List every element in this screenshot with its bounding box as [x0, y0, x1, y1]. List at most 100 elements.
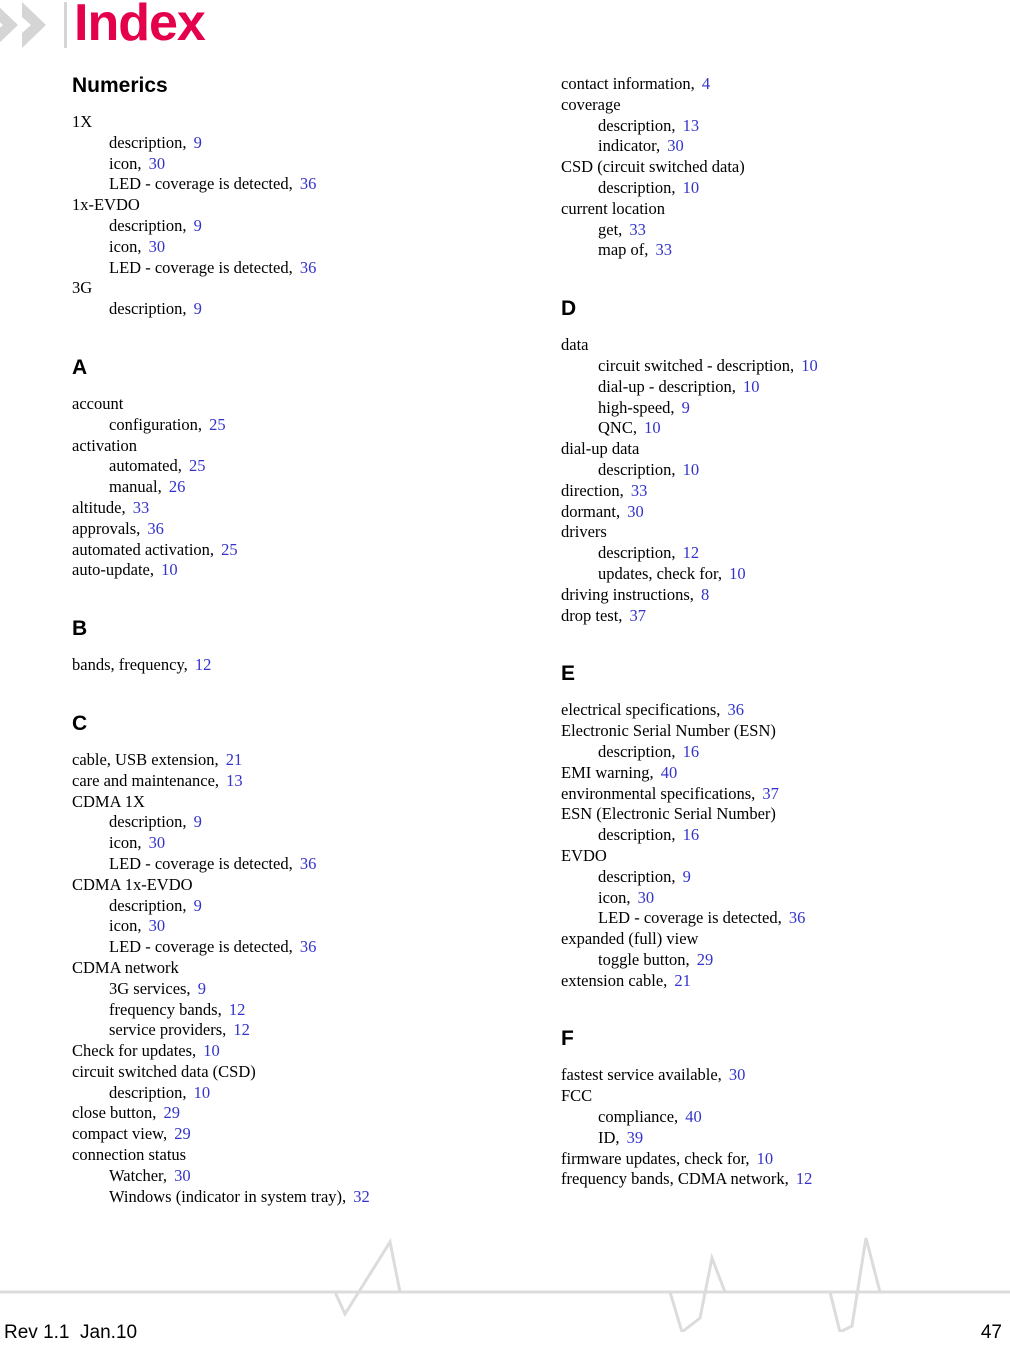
index-entry-page-ref[interactable]: 10: [794, 356, 818, 375]
index-entry-page-ref[interactable]: 12: [789, 1169, 813, 1188]
index-entry-page-ref[interactable]: 10: [736, 377, 760, 396]
index-entry: toggle button, 29: [561, 950, 961, 971]
index-entry-label: 3G services,: [109, 978, 191, 998]
index-entry-label: Check for updates,: [72, 1041, 197, 1061]
section-heading: B: [72, 617, 88, 641]
index-entry-page-ref[interactable]: 30: [142, 833, 166, 852]
index-entry: fastest service available, 30: [561, 1065, 961, 1086]
index-entry-page-ref[interactable]: 21: [219, 750, 243, 769]
index-entry-page-ref[interactable]: 39: [620, 1128, 644, 1147]
index-entry-page-ref[interactable]: 9: [675, 398, 690, 417]
index-entry-list: contact information, 4 coverage descriptio…: [561, 74, 961, 261]
index-entry: icon, 30: [561, 888, 961, 909]
index-entry: LED - coverage is detected, 36: [561, 908, 961, 929]
index-entry-page-ref[interactable]: 37: [622, 606, 647, 625]
index-entry-page-ref[interactable]: 9: [186, 216, 202, 235]
index-entry-page-ref[interactable]: 10: [722, 564, 746, 583]
index-entry: description, 10: [561, 178, 961, 199]
index-entry-page-ref[interactable]: 36: [720, 700, 745, 719]
index-entry: 1x-EVDO: [72, 195, 472, 216]
index-entry-page-ref[interactable]: 36: [140, 519, 164, 538]
index-entry-page-ref[interactable]: 32: [346, 1187, 370, 1206]
index-entry-label: dormant,: [561, 501, 621, 521]
page-footer: Rev 1.1 Jan.10 47: [0, 1230, 1010, 1350]
index-entry-page-ref[interactable]: 36: [782, 908, 806, 927]
index-entry-list: data circuit switched - description, 10 di…: [561, 335, 961, 626]
index-entry: automated activation, 25: [72, 540, 472, 561]
index-entry-page-ref[interactable]: 30: [620, 502, 644, 521]
index-entry-page-ref[interactable]: 10: [675, 178, 700, 197]
index-entry-page-ref[interactable]: 30: [660, 136, 684, 155]
index-entry-page-ref[interactable]: 29: [167, 1124, 191, 1143]
index-entry-page-ref[interactable]: 16: [675, 742, 700, 761]
index-entry-page-ref[interactable]: 8: [694, 585, 709, 604]
index-entry-page-ref[interactable]: 30: [142, 154, 166, 173]
index-entry-page-ref[interactable]: 10: [637, 418, 661, 437]
index-entry-label: activation: [72, 435, 138, 455]
index-entry-label: connection status: [72, 1145, 187, 1165]
index-entry: electrical specifications, 36: [561, 700, 961, 721]
index-entry: altitude, 33: [72, 498, 472, 519]
index-entry-page-ref[interactable]: 12: [226, 1020, 250, 1039]
index-entry-page-ref[interactable]: 30: [142, 237, 166, 256]
index-entry: dormant, 30: [561, 502, 961, 523]
index-entry: description, 16: [561, 742, 961, 763]
index-entry-page-ref[interactable]: 26: [162, 477, 186, 496]
index-entry: description, 10: [72, 1083, 472, 1104]
section-heading: D: [561, 297, 577, 321]
index-entry-label: QNC,: [598, 418, 637, 438]
section-heading: C: [72, 711, 88, 735]
index-entry-page-ref[interactable]: 12: [675, 543, 700, 562]
index-entry-label: description,: [598, 543, 676, 563]
index-entry-page-ref[interactable]: 10: [675, 460, 700, 479]
index-entry-page-ref[interactable]: 33: [624, 481, 648, 500]
index-entry: map of, 33: [561, 240, 961, 261]
index-entry-label: altitude,: [72, 497, 126, 517]
index-entry-page-ref[interactable]: 12: [188, 655, 212, 674]
index-entry-label: CSD (circuit switched data): [561, 157, 745, 177]
index-entry-page-ref[interactable]: 9: [186, 896, 202, 915]
index-entry-page-ref[interactable]: 30: [631, 888, 655, 907]
index-entry-page-ref[interactable]: 10: [186, 1083, 211, 1102]
index-entry-page-ref[interactable]: 29: [690, 950, 714, 969]
index-entry-page-ref[interactable]: 40: [654, 763, 678, 782]
index-entry-page-ref[interactable]: 9: [191, 979, 206, 998]
index-entry-page-ref[interactable]: 33: [648, 240, 673, 259]
index-entry-page-ref[interactable]: 40: [678, 1107, 702, 1126]
index-entry-page-ref[interactable]: 21: [667, 971, 691, 990]
index-entry-label: configuration,: [109, 414, 203, 434]
index-entry-page-ref[interactable]: 9: [186, 133, 202, 152]
index-entry-page-ref[interactable]: 33: [126, 498, 150, 517]
index-entry-page-ref[interactable]: 36: [293, 854, 317, 873]
index-entry-page-ref[interactable]: 10: [750, 1149, 774, 1168]
index-entry-page-ref[interactable]: 16: [675, 825, 700, 844]
index-entry: expanded (full) view: [561, 929, 961, 950]
index-entry-page-ref[interactable]: 10: [196, 1041, 220, 1060]
index-entry-page-ref[interactable]: 30: [722, 1065, 746, 1084]
index-entry-page-ref[interactable]: 10: [154, 560, 178, 579]
index-entry-page-ref[interactable]: 25: [214, 540, 238, 559]
index-entry-page-ref[interactable]: 4: [695, 74, 710, 93]
index-entry-page-ref[interactable]: 9: [675, 867, 691, 886]
index-entry-page-ref[interactable]: 13: [219, 771, 243, 790]
index-entry-page-ref[interactable]: 36: [293, 258, 317, 277]
index-entry-page-ref[interactable]: 9: [186, 812, 202, 831]
index-entry-label: current location: [561, 198, 665, 218]
index-entry-label: 3G: [72, 278, 93, 298]
index-entry-page-ref[interactable]: 30: [142, 916, 166, 935]
index-entry-page-ref[interactable]: 29: [156, 1103, 180, 1122]
index-entry-page-ref[interactable]: 12: [222, 1000, 246, 1019]
index-entry-page-ref[interactable]: 9: [186, 299, 202, 318]
index-entry: 3G services, 9: [72, 979, 472, 1000]
index-entry-label: LED - coverage is detected,: [109, 257, 293, 277]
index-entry-page-ref[interactable]: 13: [675, 116, 700, 135]
index-entry: icon, 30: [72, 237, 472, 258]
index-entry-page-ref[interactable]: 25: [202, 415, 226, 434]
index-entry-label: LED - coverage is detected,: [109, 853, 293, 873]
index-entry-page-ref[interactable]: 25: [182, 456, 206, 475]
index-entry-page-ref[interactable]: 36: [293, 174, 317, 193]
index-entry-page-ref[interactable]: 30: [167, 1166, 191, 1185]
index-entry-page-ref[interactable]: 36: [293, 937, 317, 956]
index-entry-page-ref[interactable]: 37: [755, 784, 779, 803]
index-entry-page-ref[interactable]: 33: [622, 220, 646, 239]
